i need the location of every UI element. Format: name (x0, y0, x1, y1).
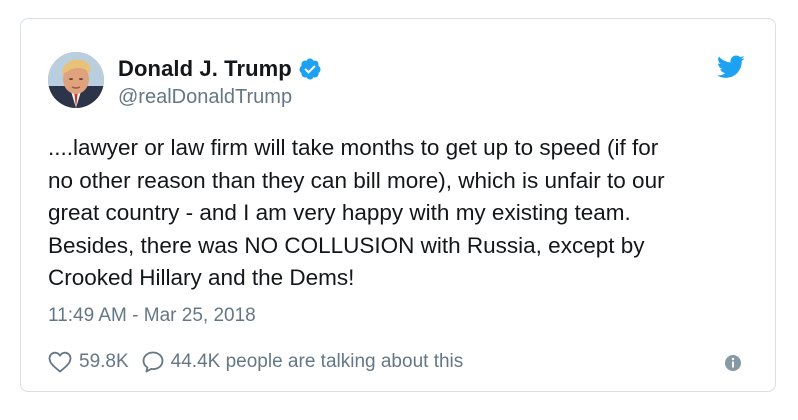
tweet-card: Donald J. Trump @realDonaldTrump ....law… (20, 18, 776, 392)
tweet-text: ....lawyer or law firm will take months … (48, 135, 665, 290)
like-count: 59.8K (79, 351, 129, 372)
twitter-bird-icon[interactable] (717, 55, 745, 79)
like-button[interactable]: 59.8K (48, 351, 129, 373)
tweet-actions: 59.8K 44.4K people are talking about thi… (48, 347, 463, 377)
talking-about-link[interactable]: 44.4K people are talking about this (141, 350, 464, 374)
avatar-image (48, 52, 104, 108)
author-display-name[interactable]: Donald J. Trump (118, 56, 292, 82)
tweet-timestamp[interactable]: 11:49 AM - Mar 25, 2018 (48, 305, 256, 327)
avatar[interactable] (48, 52, 104, 108)
talking-about-text: 44.4K people are talking about this (170, 351, 464, 372)
author-name-row: Donald J. Trump (118, 56, 322, 82)
speech-bubble-icon (142, 351, 164, 373)
heart-icon (48, 351, 72, 373)
author-handle[interactable]: @realDonaldTrump (118, 86, 292, 109)
info-icon[interactable] (724, 354, 742, 372)
verified-badge-icon (299, 58, 321, 80)
